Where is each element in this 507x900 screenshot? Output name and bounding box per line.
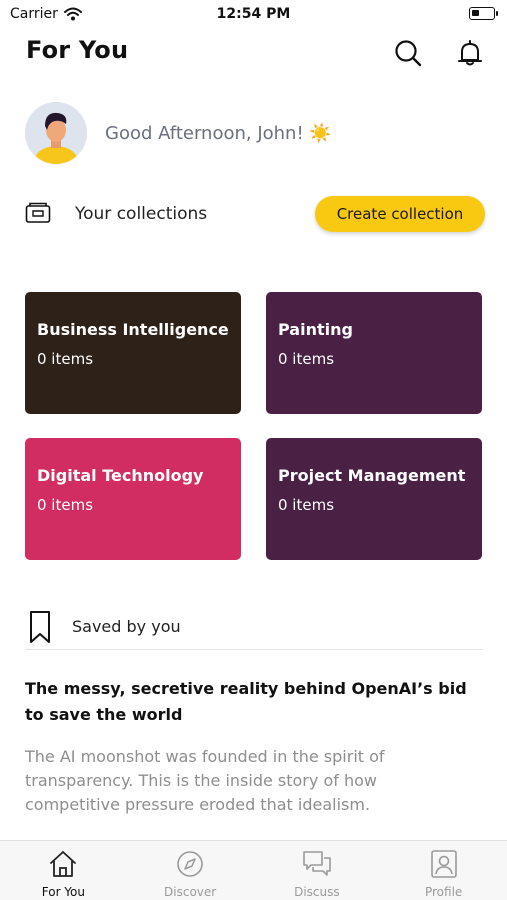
chat-icon	[303, 851, 331, 876]
bell-icon[interactable]	[455, 38, 485, 68]
collection-count: 0 items	[278, 350, 335, 368]
search-icon[interactable]	[393, 38, 423, 68]
collection-count: 0 items	[37, 350, 94, 368]
collection-card-project-management[interactable]: Project Management 0 items	[266, 438, 482, 560]
home-icon	[50, 851, 77, 877]
battery-icon	[469, 7, 498, 20]
greeting-row: Good Afternoon, John! ☀️	[25, 102, 485, 166]
collections-label: Your collections	[75, 204, 208, 224]
avatar-illustration	[25, 102, 87, 164]
tab-label: For You	[41, 885, 85, 899]
saved-header: Saved by you	[25, 606, 483, 650]
collection-card-business-intelligence[interactable]: Business Intelligence 0 items	[25, 292, 241, 414]
create-collection-button[interactable]: Create collection	[315, 196, 485, 232]
collection-card-digital-technology[interactable]: Digital Technology 0 items	[25, 438, 241, 560]
collection-count: 0 items	[37, 496, 94, 514]
article-description: The AI moonshot was founded in the spiri…	[25, 747, 385, 814]
collection-title: Painting	[278, 320, 353, 339]
article-title[interactable]: The messy, secretive reality behind Open…	[25, 676, 485, 728]
tab-label: Discuss	[294, 885, 340, 899]
compass-icon	[177, 851, 203, 877]
collections-header: Your collections Create collection	[25, 196, 485, 232]
profile-icon	[430, 850, 457, 878]
tab-discover[interactable]: Discover	[127, 841, 254, 900]
tab-label: Discover	[164, 885, 217, 899]
collections-icon	[25, 202, 51, 223]
tab-label: Profile	[424, 885, 463, 899]
collection-count: 0 items	[278, 496, 335, 514]
tab-bar: For You Discover Discuss Profile	[0, 840, 507, 900]
status-bar: Carrier 12:54 PM	[0, 0, 507, 30]
bookmark-icon	[30, 611, 50, 643]
tab-profile[interactable]: Profile	[380, 841, 507, 900]
header: For You	[0, 36, 507, 70]
status-time: 12:54 PM	[216, 6, 291, 22]
collection-card-painting[interactable]: Painting 0 items	[266, 292, 482, 414]
collection-title: Business Intelligence	[37, 320, 229, 339]
tab-discuss[interactable]: Discuss	[254, 841, 381, 900]
tab-for-you[interactable]: For You	[0, 841, 127, 900]
greeting-text: Good Afternoon, John! ☀️	[105, 123, 332, 144]
avatar[interactable]	[25, 102, 87, 164]
battery-level	[472, 10, 479, 16]
page-title: For You	[26, 36, 129, 64]
collection-title: Project Management	[278, 466, 466, 485]
saved-label: Saved by you	[72, 617, 181, 636]
collection-title: Digital Technology	[37, 466, 204, 485]
